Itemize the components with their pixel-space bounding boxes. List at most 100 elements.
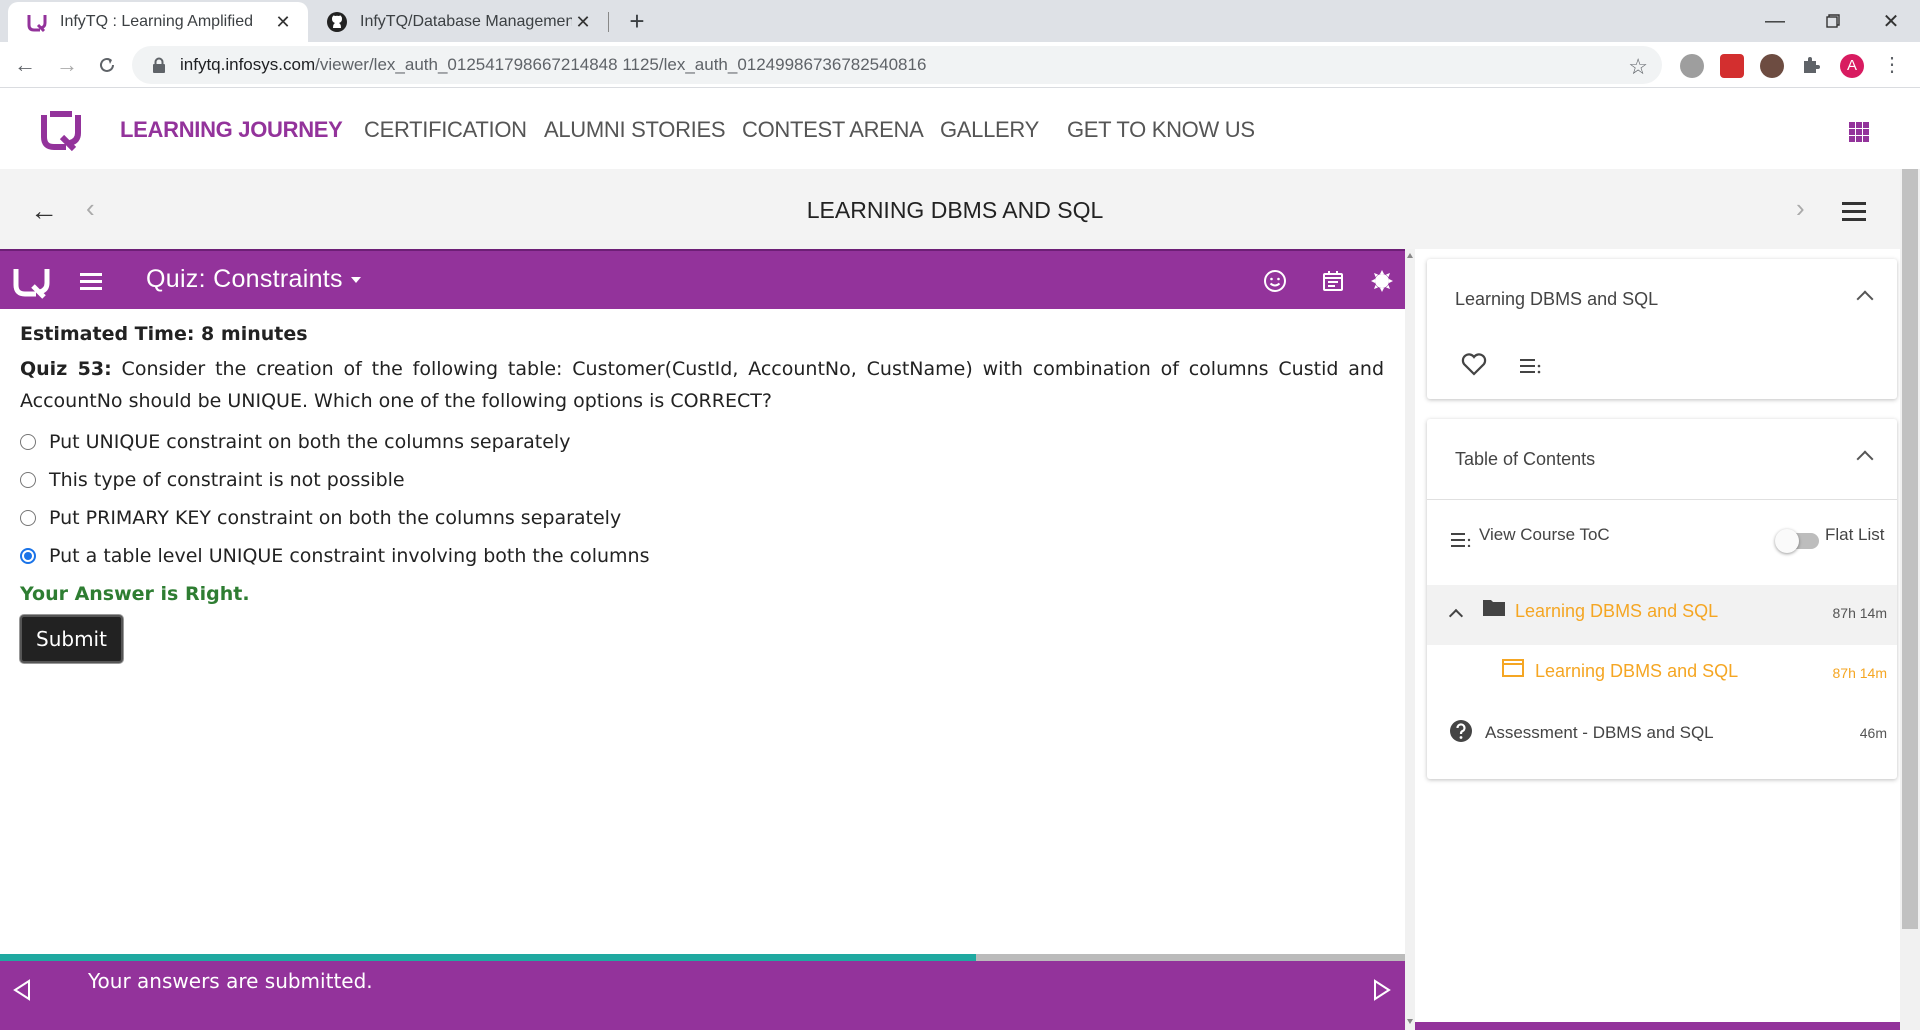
option-label: Put a table level UNIQUE constraint invo… xyxy=(49,545,650,567)
browser-tab-github[interactable]: InfyTQ/Database Management Sy ✕ xyxy=(308,2,608,42)
tab-title: InfyTQ/Database Management Sy xyxy=(360,13,572,30)
address-bar[interactable]: infytq.infosys.com/viewer/lex_auth_01254… xyxy=(132,46,1662,84)
quiz-progress-bar xyxy=(0,954,1405,961)
course-card-title: Learning DBMS and SQL xyxy=(1455,289,1659,309)
view-course-toc-link[interactable]: View Course ToC xyxy=(1479,525,1610,545)
course-sidebar: Learning DBMS and SQL Table of Contents … xyxy=(1415,249,1900,1030)
new-tab-icon[interactable]: + xyxy=(622,6,652,36)
toc-item-label: Learning DBMS and SQL xyxy=(1515,601,1719,621)
quiz-footer: Your answers are submitted. xyxy=(0,961,1405,1030)
back-arrow-icon[interactable]: ← xyxy=(10,50,40,80)
nav-learning-journey[interactable]: LEARNING JOURNEY xyxy=(120,117,343,143)
nav-gallery[interactable]: GALLERY xyxy=(940,117,1039,143)
url-host: infytq.infosys.com xyxy=(180,55,316,74)
caret-down-icon xyxy=(350,277,361,284)
toc-item-duration: 87h 14m xyxy=(1832,665,1887,681)
scrollbar-thumb[interactable] xyxy=(1902,169,1918,929)
browser-toolbar: ← → infytq.infosys.com/viewer/lex_auth_0… xyxy=(0,42,1920,88)
answer-result: Your Answer is Right. xyxy=(20,583,250,605)
toc-item-resource[interactable]: Learning DBMS and SQL 87h 14m xyxy=(1427,645,1897,705)
nav-certification[interactable]: CERTIFICATION xyxy=(364,117,527,143)
acrobat-icon[interactable] xyxy=(1720,54,1744,78)
toggle-knob xyxy=(1775,529,1799,553)
minimize-icon[interactable]: — xyxy=(1746,0,1804,42)
scroll-down-icon[interactable] xyxy=(1407,1019,1413,1024)
folder-icon xyxy=(1483,600,1505,616)
submit-button[interactable]: Submit xyxy=(20,615,123,663)
toc-list-icon xyxy=(1451,533,1471,547)
toc-item-duration: 87h 14m xyxy=(1832,605,1887,621)
answer-options: Put UNIQUE constraint on both the column… xyxy=(20,423,1384,575)
toc-item-duration: 46m xyxy=(1859,725,1887,741)
radio-button[interactable] xyxy=(20,434,36,450)
quiz-title: Quiz: Constraints xyxy=(146,265,343,293)
url-path: /viewer/lex_auth_012541798667214848 1125… xyxy=(315,55,927,74)
tab-close-icon[interactable]: ✕ xyxy=(572,12,594,33)
smiley-icon[interactable] xyxy=(1263,269,1287,293)
chevron-up-icon[interactable] xyxy=(1856,290,1874,308)
settings-gear-icon[interactable] xyxy=(1370,269,1394,293)
bookmark-star-icon[interactable]: ☆ xyxy=(1628,54,1648,80)
quiz-scrollbar[interactable] xyxy=(1405,249,1415,1030)
toc-card: Table of Contents View Course ToC Flat L… xyxy=(1427,419,1897,779)
quiz-body: Estimated Time: 8 minutes Quiz 53: Consi… xyxy=(20,323,1384,663)
next-triangle-icon[interactable] xyxy=(1372,979,1392,1001)
browser-menu-icon[interactable]: ⋮ xyxy=(1880,54,1904,78)
option-2[interactable]: This type of constraint is not possible xyxy=(20,461,1384,499)
option-3[interactable]: Put PRIMARY KEY constraint on both the c… xyxy=(20,499,1384,537)
quiz-menu-icon[interactable] xyxy=(80,273,102,294)
option-4[interactable]: Put a table level UNIQUE constraint invo… xyxy=(20,537,1384,575)
page-scrollbar[interactable] xyxy=(1900,169,1920,1030)
heart-icon[interactable] xyxy=(1461,352,1487,376)
toc-item-module[interactable]: Learning DBMS and SQL 87h 14m xyxy=(1427,585,1897,645)
radio-button[interactable] xyxy=(20,510,36,526)
previous-triangle-icon[interactable] xyxy=(12,979,32,1001)
option-label: Put UNIQUE constraint on both the column… xyxy=(49,431,571,453)
tab-close-icon[interactable]: ✕ xyxy=(272,12,294,33)
question-body: Consider the creation of the following t… xyxy=(20,358,1385,412)
hamburger-menu-icon[interactable] xyxy=(1842,202,1866,226)
question-text: Quiz 53: Consider the creation of the fo… xyxy=(20,353,1384,417)
course-bar: ← ‹ LEARNING DBMS AND SQL › xyxy=(0,169,1920,249)
question-number: Quiz 53: xyxy=(20,358,112,380)
infytq-logo[interactable] xyxy=(38,107,84,153)
toc-item-label: Assessment - DBMS and SQL xyxy=(1485,723,1714,742)
nav-alumni-stories[interactable]: ALUMNI STORIES xyxy=(544,117,726,143)
scroll-up-icon[interactable] xyxy=(1407,253,1413,258)
course-title: LEARNING DBMS AND SQL xyxy=(806,197,1104,223)
option-label: This type of constraint is not possible xyxy=(49,469,405,491)
window-close-icon[interactable]: ✕ xyxy=(1862,0,1920,42)
flat-list-toggle[interactable] xyxy=(1775,529,1819,553)
tab-separator xyxy=(608,12,609,32)
radio-button-selected[interactable] xyxy=(20,548,36,564)
github-favicon-icon xyxy=(327,12,347,32)
restore-icon[interactable] xyxy=(1804,0,1862,42)
chevron-up-icon[interactable] xyxy=(1448,608,1464,624)
toc-item-assessment[interactable]: Assessment - DBMS and SQL 46m xyxy=(1427,705,1897,765)
forward-arrow-icon[interactable]: → xyxy=(52,50,82,80)
progress-fill xyxy=(0,954,977,961)
sidebar-bottom-accent xyxy=(1415,1022,1900,1030)
extension-gear-icon[interactable] xyxy=(1680,54,1704,78)
profile-avatar[interactable]: A xyxy=(1840,54,1864,78)
submission-status: Your answers are submitted. xyxy=(88,969,373,993)
calendar-icon[interactable] xyxy=(1321,269,1345,293)
puzzle-extensions-icon[interactable] xyxy=(1800,54,1824,78)
extension-circle-icon[interactable] xyxy=(1760,54,1784,78)
chevron-right-icon[interactable]: › xyxy=(1796,193,1805,224)
chevron-up-icon[interactable] xyxy=(1856,450,1874,468)
nav-get-to-know-us[interactable]: GET TO KNOW US xyxy=(1067,117,1255,143)
lock-icon xyxy=(153,57,165,73)
apps-grid-icon[interactable] xyxy=(1849,122,1869,142)
reload-icon[interactable] xyxy=(92,50,122,80)
course-card: Learning DBMS and SQL xyxy=(1427,259,1897,399)
nav-contest-arena[interactable]: CONTEST ARENA xyxy=(742,117,924,143)
toc-card-title: Table of Contents xyxy=(1455,449,1596,469)
option-1[interactable]: Put UNIQUE constraint on both the column… xyxy=(20,423,1384,461)
help-question-icon xyxy=(1450,720,1472,742)
quiz-title-dropdown[interactable]: Quiz: Constraints xyxy=(146,265,361,294)
browser-tab-infytq[interactable]: InfyTQ : Learning Amplified ✕ xyxy=(8,2,308,42)
radio-button[interactable] xyxy=(20,472,36,488)
playlist-icon[interactable] xyxy=(1519,358,1543,374)
quiz-header: Quiz: Constraints xyxy=(0,249,1405,309)
